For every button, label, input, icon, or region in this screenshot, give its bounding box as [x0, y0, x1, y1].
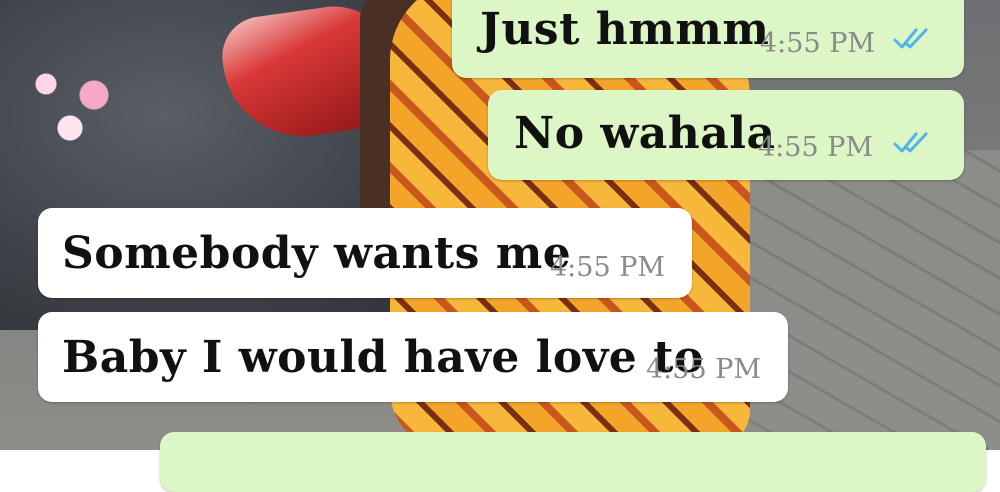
double-check-icon: [893, 28, 928, 49]
message-text: No wahala: [514, 108, 776, 159]
message-text: Just hmmm: [480, 4, 770, 55]
message-bubble-incoming[interactable]: Somebody wants me 4:55 PM: [38, 208, 692, 298]
wallpaper-flowers: [10, 40, 130, 150]
message-time: 4:55 PM: [646, 354, 762, 385]
message-bubble-outgoing[interactable]: No wahala 4:55 PM: [488, 90, 964, 180]
message-text: Baby I would have love to: [62, 332, 704, 383]
message-bubble-incoming[interactable]: Baby I would have love to 4:55 PM: [38, 312, 788, 402]
message-time: 4:55 PM: [550, 252, 666, 283]
message-bubble-outgoing-partial[interactable]: [160, 432, 986, 492]
message-text: Somebody wants me: [62, 228, 572, 279]
double-check-icon: [893, 132, 928, 153]
message-bubble-outgoing[interactable]: Just hmmm 4:55 PM: [452, 0, 964, 78]
message-time: 4:55 PM: [758, 132, 874, 163]
message-time: 4:55 PM: [760, 28, 876, 59]
